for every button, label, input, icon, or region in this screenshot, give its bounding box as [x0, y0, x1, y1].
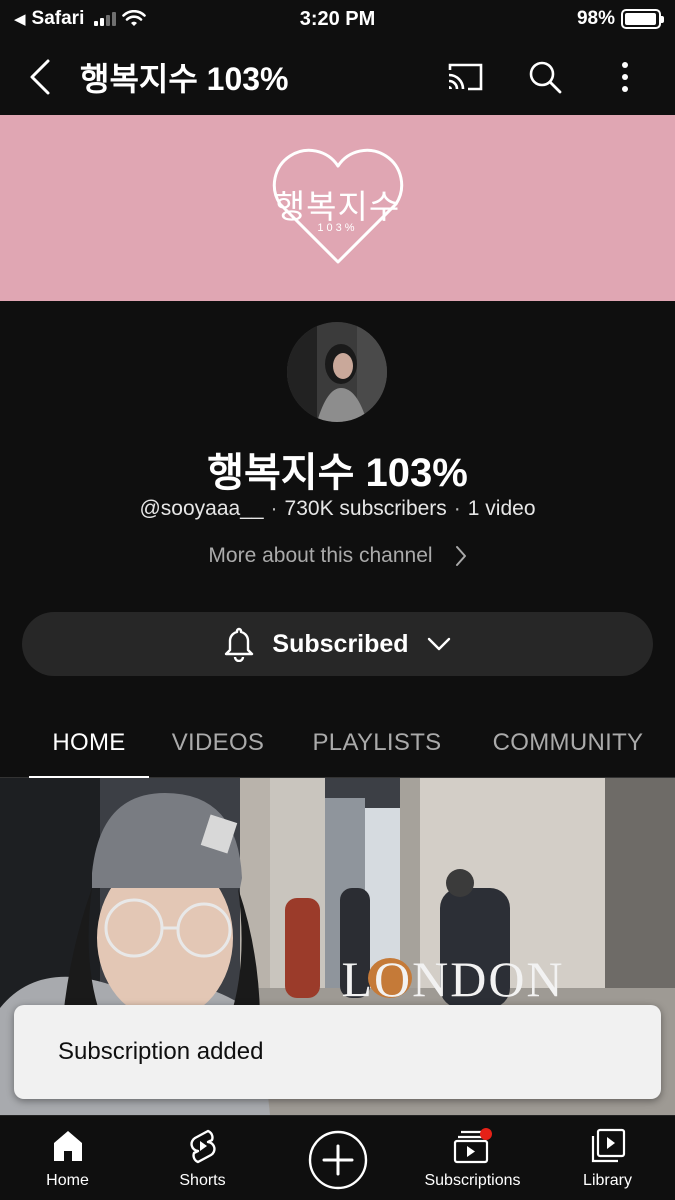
status-bar: ◀ Safari 3:20 PM 98%	[0, 0, 675, 38]
app-header: 행복지수 103%	[0, 38, 675, 115]
status-left: ◀ Safari	[14, 8, 214, 30]
nav-subscriptions[interactable]: Subscriptions	[408, 1128, 538, 1190]
nav-library-label: Library	[583, 1172, 632, 1189]
video-overlay-text: LONDON	[341, 951, 565, 1007]
more-options-button[interactable]	[585, 47, 665, 107]
bottom-navigation: Home Shorts Subscriptions Library	[0, 1115, 675, 1200]
more-vertical-icon	[622, 61, 628, 92]
nav-subscriptions-label: Subscriptions	[424, 1172, 521, 1189]
chevron-down-icon	[427, 637, 450, 651]
subscriptions-icon	[453, 1128, 492, 1164]
battery-percent: 98%	[576, 8, 615, 29]
bell-icon	[225, 627, 254, 662]
tab-community[interactable]: COMMUNITY	[486, 708, 650, 778]
chevron-right-icon	[455, 546, 466, 566]
banner-logo-text: 행복지수	[274, 188, 401, 225]
back-to-app-icon[interactable]: ◀	[14, 10, 26, 28]
subscribed-button[interactable]: Subscribed	[22, 612, 653, 676]
search-icon	[529, 61, 562, 93]
nav-home-label: Home	[46, 1172, 89, 1189]
wifi-icon	[122, 10, 147, 26]
tab-playlists[interactable]: PLAYLISTS	[308, 708, 446, 778]
back-icon	[30, 59, 50, 94]
nav-shorts-label: Shorts	[179, 1172, 226, 1189]
subscriber-count: 730K subscribers	[284, 497, 447, 520]
snackbar-toast: Subscription added	[14, 1005, 661, 1099]
create-icon	[308, 1130, 367, 1190]
cast-button[interactable]	[425, 47, 505, 107]
nav-create[interactable]	[273, 1128, 403, 1190]
channel-banner: 행복지수 103%	[0, 115, 675, 301]
tab-home[interactable]: HOME	[29, 708, 149, 779]
more-about-channel-link[interactable]: More about this channel	[0, 544, 675, 568]
shorts-icon	[189, 1129, 216, 1164]
toast-message: Subscription added	[58, 1038, 264, 1065]
header-actions	[425, 47, 665, 107]
carrier-label[interactable]: Safari	[32, 8, 85, 30]
back-button[interactable]	[8, 38, 72, 115]
home-icon	[53, 1131, 82, 1161]
nav-home[interactable]: Home	[3, 1128, 133, 1190]
header-title: 행복지수 103%	[80, 60, 289, 97]
avatar-photo	[287, 322, 387, 422]
channel-handle: @sooyaaa__	[139, 497, 264, 520]
separator-dot: ·	[453, 497, 461, 520]
separator-dot: ·	[270, 497, 278, 520]
signal-icon	[94, 12, 117, 26]
subscribed-label: Subscribed	[272, 629, 409, 658]
channel-meta: @sooyaaa__ · 730K subscribers · 1 video	[0, 497, 675, 521]
nav-shorts[interactable]: Shorts	[138, 1128, 268, 1190]
battery-icon	[621, 9, 664, 29]
search-button[interactable]	[505, 47, 585, 107]
nav-library[interactable]: Library	[543, 1128, 673, 1190]
channel-tabs: HOME VIDEOS PLAYLISTS COMMUNITY	[0, 708, 675, 779]
cast-icon	[448, 63, 483, 90]
banner-logo: 행복지수 103%	[268, 148, 408, 268]
tab-videos[interactable]: VIDEOS	[168, 708, 268, 778]
channel-avatar[interactable]	[287, 322, 387, 422]
video-count: 1 video	[467, 497, 536, 520]
more-about-label: More about this channel	[208, 544, 433, 567]
library-icon	[591, 1128, 625, 1163]
status-right: 98%	[576, 8, 664, 30]
banner-logo-subtext: 103%	[317, 222, 358, 234]
channel-name: 행복지수 103%	[207, 451, 468, 495]
